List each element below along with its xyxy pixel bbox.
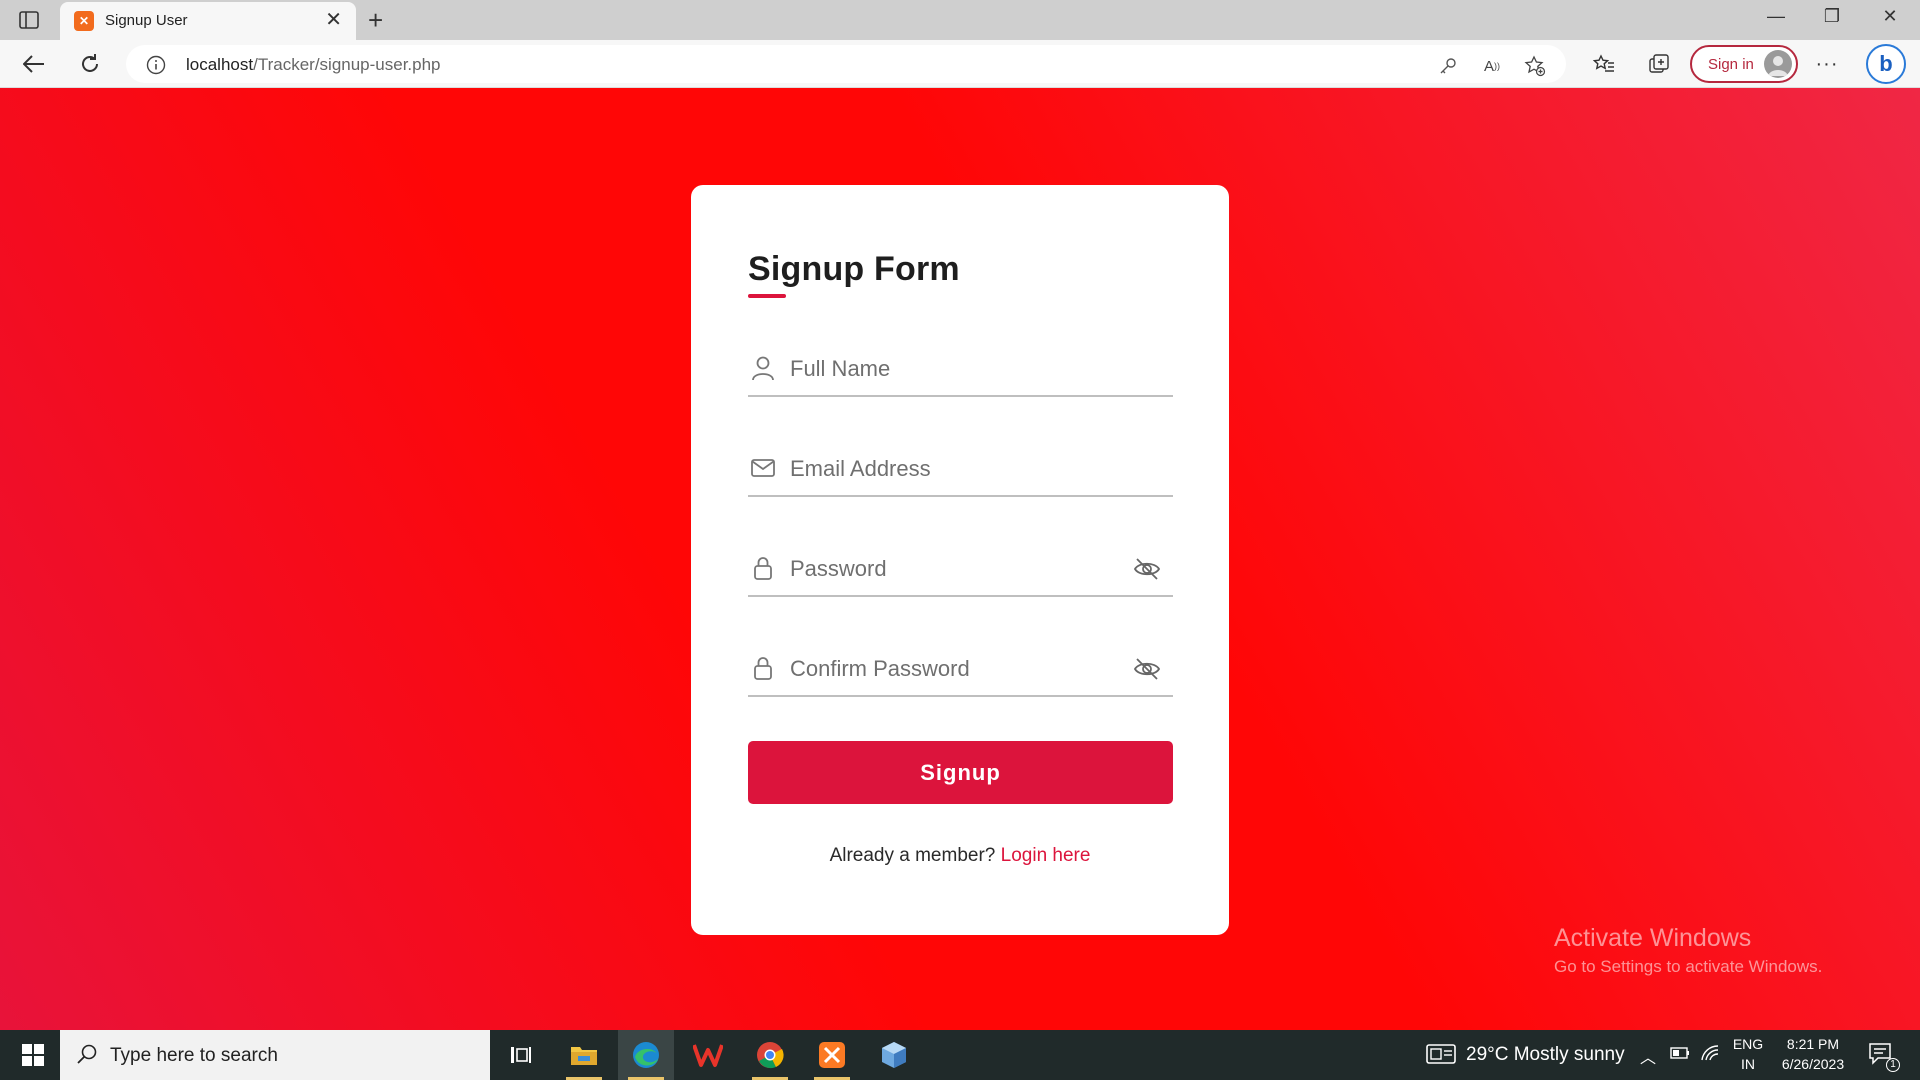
clock-time: 8:21 PM [1786, 1036, 1840, 1052]
member-text: Already a member? [829, 845, 996, 866]
clock[interactable]: 8:21 PM 6/26/2023 [1772, 1036, 1854, 1072]
region-code: IN [1741, 1056, 1755, 1072]
back-arrow-icon[interactable] [22, 52, 46, 76]
chevron-up-icon[interactable]: ︿ [1640, 1044, 1656, 1068]
battery-icon[interactable] [1670, 1046, 1690, 1063]
wifi-icon[interactable] [1700, 1044, 1720, 1065]
confirm-password-field [748, 641, 1173, 697]
language-indicator[interactable]: ENG IN [1728, 1036, 1768, 1072]
weather-text[interactable]: 29°C Mostly sunny [1466, 1044, 1625, 1066]
notifications-icon[interactable]: 1 [1868, 1042, 1900, 1072]
activate-windows-watermark: Activate Windows Go to Settings to activ… [1554, 924, 1822, 977]
search-icon [76, 1043, 98, 1070]
watermark-title: Activate Windows [1554, 924, 1752, 952]
key-icon[interactable] [1437, 55, 1459, 77]
profile-avatar-icon [1764, 50, 1792, 78]
chrome-icon[interactable] [742, 1030, 798, 1080]
tab-actions-icon[interactable] [18, 9, 40, 31]
email-input[interactable] [790, 449, 1120, 489]
signup-button[interactable]: Signup [748, 741, 1173, 804]
file-explorer-icon[interactable] [556, 1030, 612, 1080]
browser-toolbar: localhost/Tracker/signup-user.php A)) Si… [0, 40, 1920, 88]
title-underline [748, 294, 786, 298]
password-input[interactable] [790, 549, 1120, 589]
virtualbox-icon[interactable] [866, 1030, 922, 1080]
restore-icon[interactable]: ❐ [1812, 6, 1852, 27]
url-path: /Tracker/signup-user.php [253, 55, 441, 74]
sign-in-button[interactable]: Sign in [1690, 45, 1798, 83]
search-placeholder: Type here to search [110, 1045, 278, 1066]
eye-off-icon[interactable] [1133, 555, 1161, 583]
favorites-icon[interactable] [1592, 52, 1616, 76]
edge-browser-icon[interactable] [618, 1030, 674, 1080]
xampp-favicon-icon: ✕ [74, 11, 94, 31]
windows-start-icon[interactable] [8, 1030, 58, 1080]
language-code: ENG [1732, 1036, 1764, 1052]
bing-chat-icon[interactable]: b [1866, 44, 1906, 84]
more-options-icon[interactable]: ··· [1815, 52, 1839, 76]
collections-icon[interactable] [1647, 52, 1671, 76]
eye-off-icon[interactable] [1133, 655, 1161, 683]
signup-card: Signup Form Full Name Email Address Sign… [691, 185, 1229, 935]
taskbar-search-box[interactable]: Type here to search [60, 1030, 490, 1080]
clock-date: 6/26/2023 [1781, 1056, 1845, 1072]
weather-icon[interactable] [1426, 1043, 1456, 1068]
url-host: localhost [186, 55, 254, 74]
task-view-icon[interactable] [492, 1030, 548, 1080]
new-tab-icon[interactable]: + [368, 6, 383, 34]
sign-in-label: Sign in [1708, 56, 1754, 73]
login-link[interactable]: Login here [1001, 845, 1091, 866]
refresh-icon[interactable] [78, 52, 102, 76]
site-info-icon[interactable] [146, 55, 166, 80]
mail-icon [750, 455, 776, 481]
full-name-field [748, 341, 1173, 397]
window-close-icon[interactable]: ✕ [1870, 6, 1910, 27]
member-prompt: Already a member? Login here [691, 845, 1229, 867]
watermark-subtitle: Go to Settings to activate Windows. [1554, 957, 1823, 976]
url-text[interactable]: localhost/Tracker/signup-user.php [186, 55, 441, 75]
tab-title: Signup User [105, 12, 188, 29]
windows-taskbar: Type here to search 29°C Mostly sunny ︿ … [0, 1030, 1920, 1080]
wps-office-icon[interactable] [680, 1030, 736, 1080]
xampp-icon[interactable] [804, 1030, 860, 1080]
browser-tab[interactable]: ✕ Signup User ✕ [60, 2, 356, 40]
tab-close-icon[interactable]: ✕ [325, 9, 342, 31]
form-title: Signup Form [748, 250, 960, 288]
read-aloud-icon[interactable]: A)) [1481, 55, 1503, 77]
confirm-password-input[interactable] [790, 649, 1120, 689]
lock-icon [750, 555, 776, 581]
add-favorite-icon[interactable] [1524, 55, 1546, 77]
notification-badge: 1 [1886, 1058, 1900, 1072]
full-name-input[interactable] [790, 349, 1120, 389]
lock-icon [750, 655, 776, 681]
browser-tab-bar: ✕ Signup User ✕ + — ❐ ✕ [0, 0, 1920, 40]
email-field [748, 441, 1173, 497]
user-icon [750, 355, 776, 381]
page-background: Signup Form Full Name Email Address Sign… [0, 88, 1920, 1030]
address-bar[interactable]: localhost/Tracker/signup-user.php A)) [126, 45, 1566, 83]
minimize-icon[interactable]: — [1756, 6, 1796, 27]
password-field [748, 541, 1173, 597]
